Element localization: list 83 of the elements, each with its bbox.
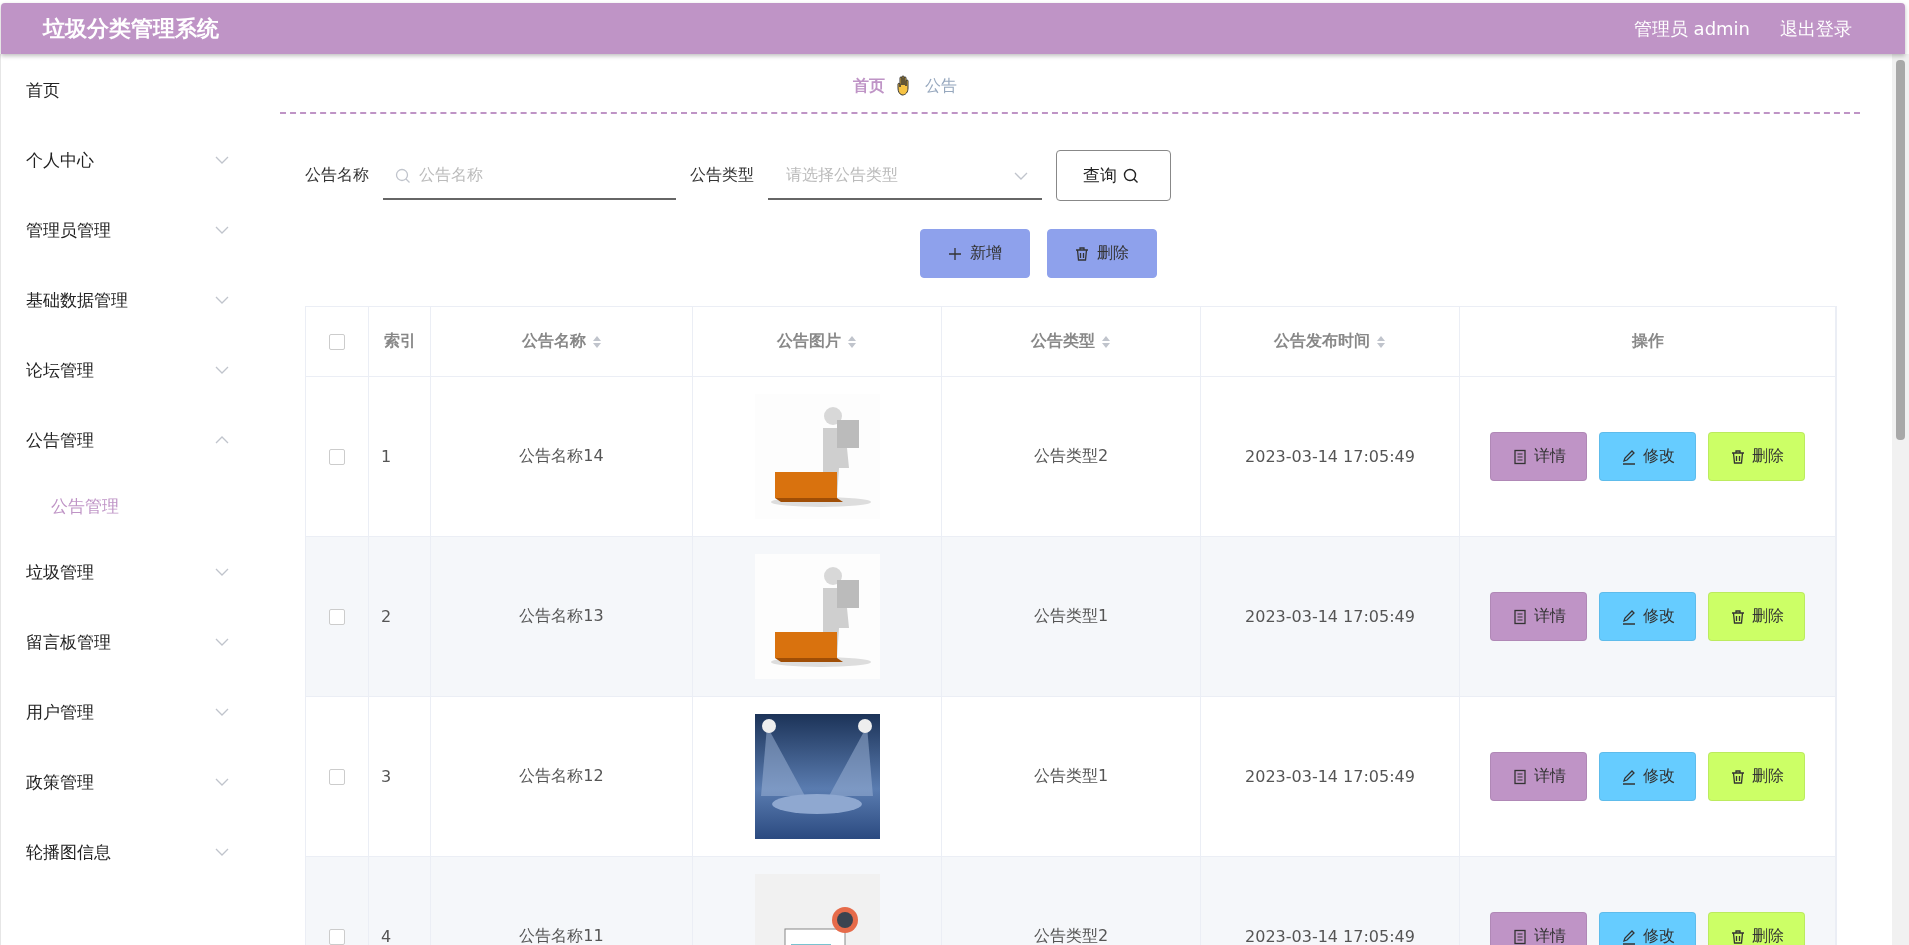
pencil-icon xyxy=(1620,608,1637,625)
row-checkbox[interactable] xyxy=(329,448,345,465)
edit-button[interactable]: 修改 xyxy=(1599,752,1696,801)
sidebar-item[interactable]: 公告管理 xyxy=(1,405,271,475)
scrollbar[interactable] xyxy=(1892,54,1909,945)
document-icon xyxy=(1511,448,1528,465)
column-header: 索引 xyxy=(383,331,416,352)
edit-button[interactable]: 修改 xyxy=(1599,912,1696,945)
sort-icon[interactable] xyxy=(1376,334,1386,349)
user-label: 管理员 admin xyxy=(1633,16,1750,41)
delete-button[interactable]: 删除 xyxy=(1708,592,1805,641)
edit-button[interactable]: 修改 xyxy=(1599,432,1696,481)
delete-button[interactable]: 删除 xyxy=(1708,752,1805,801)
plus-icon xyxy=(947,245,963,262)
sidebar-item[interactable]: 基础数据管理 xyxy=(1,265,271,335)
row-checkbox[interactable] xyxy=(329,768,345,785)
add-button[interactable]: 新增 xyxy=(919,229,1030,278)
delete-button[interactable]: 删除 xyxy=(1708,432,1805,481)
select-all-checkbox[interactable] xyxy=(329,333,345,350)
column-header[interactable]: 公告图片 xyxy=(777,331,841,352)
document-icon xyxy=(1511,928,1528,945)
edit-button[interactable]: 修改 xyxy=(1599,592,1696,641)
sort-icon[interactable] xyxy=(591,334,602,349)
pencil-icon xyxy=(1620,448,1637,465)
pencil-icon xyxy=(1620,928,1637,945)
table-cell: 2023-03-14 17:05:49 xyxy=(1245,607,1415,626)
table-cell: 2 xyxy=(381,607,392,626)
table-cell: 公告类型1 xyxy=(1033,606,1109,627)
table-cell: 公告名称14 xyxy=(519,446,604,467)
field-label: 公告名称 xyxy=(305,165,369,186)
type-select[interactable]: 请选择公告类型 xyxy=(768,151,1042,200)
detail-button[interactable]: 详情 xyxy=(1490,592,1587,641)
trash-icon xyxy=(1729,928,1746,945)
sidebar-item[interactable]: 论坛管理 xyxy=(1,335,271,405)
table-cell: 公告类型2 xyxy=(1033,926,1109,945)
row-checkbox[interactable] xyxy=(329,608,345,625)
search-icon xyxy=(1122,167,1139,184)
document-icon xyxy=(1511,768,1528,785)
table-cell: 公告名称11 xyxy=(519,926,604,945)
column-header[interactable]: 公告发布时间 xyxy=(1274,331,1370,352)
sidebar-item[interactable]: 用户管理 xyxy=(1,677,271,747)
table-cell: 1 xyxy=(381,447,392,466)
sidebar-item[interactable]: 垃圾管理 xyxy=(1,537,271,607)
document-icon xyxy=(1511,608,1528,625)
trash-icon xyxy=(1074,245,1090,262)
column-header: 操作 xyxy=(1631,331,1664,352)
sidebar-item[interactable]: 管理员管理 xyxy=(1,195,271,265)
trash-icon xyxy=(1729,768,1746,785)
table-cell: 公告名称12 xyxy=(519,766,604,787)
breadcrumb-item: 公告 xyxy=(925,75,957,97)
scrollbar-thumb[interactable] xyxy=(1896,60,1905,440)
query-button[interactable]: 查询 xyxy=(1056,150,1171,201)
sidebar-item[interactable]: 政策管理 xyxy=(1,747,271,817)
trash-icon xyxy=(1729,448,1746,465)
sort-icon[interactable] xyxy=(847,334,857,349)
detail-button[interactable]: 详情 xyxy=(1490,432,1587,481)
search-field[interactable]: 公告名称 xyxy=(383,151,676,200)
sidebar-item[interactable]: 首页 xyxy=(1,55,271,125)
detail-button[interactable]: 详情 xyxy=(1490,752,1587,801)
app-title: 垃圾分类管理系统 xyxy=(43,14,220,43)
field-label: 公告类型 xyxy=(690,165,754,186)
table-cell: 2023-03-14 17:05:49 xyxy=(1245,447,1415,466)
pencil-icon xyxy=(1620,768,1637,785)
trash-icon xyxy=(1729,608,1746,625)
column-header[interactable]: 公告名称 xyxy=(521,331,586,352)
sidebar-item[interactable]: 轮播图信息 xyxy=(1,817,271,887)
caret-icon xyxy=(1014,171,1028,180)
table-cell: 公告类型2 xyxy=(1033,446,1109,467)
sort-icon[interactable] xyxy=(1101,334,1111,349)
table-cell: 3 xyxy=(381,767,392,786)
sidebar-item[interactable]: 个人中心 xyxy=(1,125,271,195)
table-cell: 2023-03-14 17:05:49 xyxy=(1245,767,1415,786)
row-checkbox[interactable] xyxy=(329,928,345,945)
detail-button[interactable]: 详情 xyxy=(1490,912,1587,945)
delete-button[interactable]: 删除 xyxy=(1046,229,1157,278)
table-cell: 公告名称13 xyxy=(519,606,604,627)
table-cell: 4 xyxy=(381,927,392,945)
table-cell: 2023-03-14 17:05:49 xyxy=(1245,927,1415,945)
delete-button[interactable]: 删除 xyxy=(1708,912,1805,945)
search-icon xyxy=(395,167,411,184)
table-cell: 公告类型1 xyxy=(1033,766,1109,787)
column-header[interactable]: 公告类型 xyxy=(1031,331,1095,352)
sidebar-item[interactable]: 留言板管理 xyxy=(1,607,271,677)
